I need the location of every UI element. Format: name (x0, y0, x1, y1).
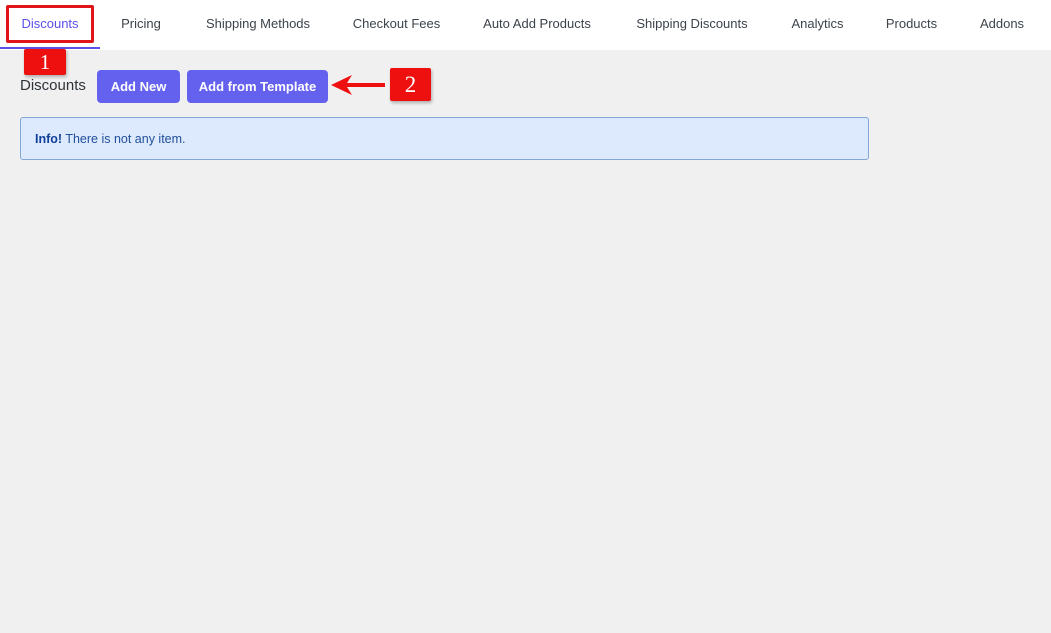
top-tab-bar: Discounts Pricing Shipping Methods Check… (0, 0, 1051, 50)
annotation-step-1-badge: 1 (24, 49, 66, 75)
page-title: Discounts (20, 77, 86, 94)
notice-message: There is not any item. (65, 132, 186, 146)
add-new-button[interactable]: Add New (97, 70, 180, 103)
annotation-arrow-icon (331, 75, 385, 95)
tab-shipping-discounts[interactable]: Shipping Discounts (628, 0, 756, 50)
annotation-step-2-badge: 2 (390, 68, 431, 101)
tab-products[interactable]: Products (879, 0, 944, 50)
tab-auto-add-products[interactable]: Auto Add Products (474, 0, 600, 50)
tab-analytics[interactable]: Analytics (784, 0, 851, 50)
info-notice: Info! There is not any item. (20, 117, 869, 160)
tab-shipping-methods[interactable]: Shipping Methods (196, 0, 320, 50)
tab-pricing[interactable]: Pricing (113, 0, 169, 50)
notice-strong-label: Info! (35, 132, 63, 146)
add-from-template-button[interactable]: Add from Template (187, 70, 328, 103)
tab-checkout-fees[interactable]: Checkout Fees (347, 0, 446, 50)
annotation-highlight-box (6, 5, 94, 43)
tab-addons[interactable]: Addons (972, 0, 1032, 50)
